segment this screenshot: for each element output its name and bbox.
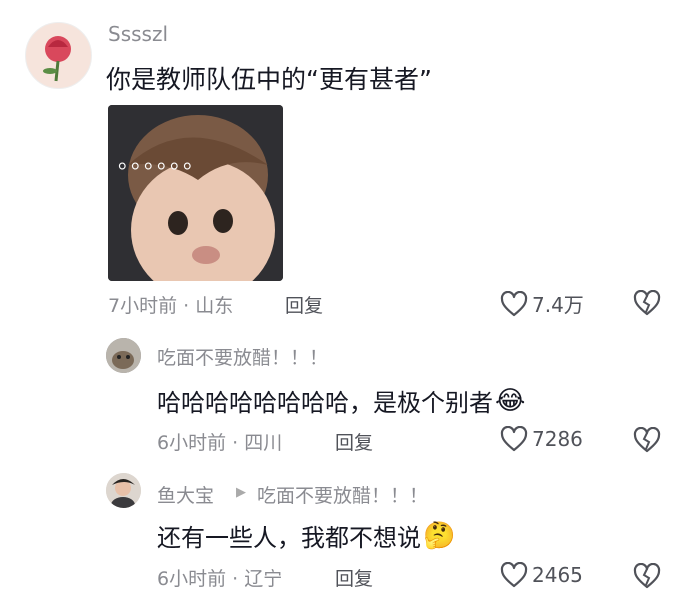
avatar[interactable]: [106, 338, 141, 373]
comment-meta: 7小时前 · 山东: [108, 295, 234, 317]
reply-username[interactable]: 吃面不要放醋！！！: [157, 343, 328, 370]
person-avatar-image: [106, 473, 141, 508]
broken-heart-icon: [633, 290, 661, 316]
broken-heart-icon: [633, 427, 661, 453]
comment-text: 你是教师队伍中的“更有甚者”: [106, 65, 432, 94]
reply-button[interactable]: 回复: [285, 291, 323, 318]
dislike-button[interactable]: [632, 562, 662, 590]
heart-outline-icon: [500, 562, 528, 588]
comment-sticker-image[interactable]: 。。。。。。: [108, 105, 283, 281]
sticker-caption: 。。。。。。: [118, 149, 208, 174]
reply-button[interactable]: 回复: [335, 564, 373, 591]
broken-heart-icon: [633, 563, 661, 589]
reply-meta: 6小时前 · 四川: [157, 432, 283, 454]
reply-text-content: 哈哈哈哈哈哈哈哈，是极个别者: [157, 389, 493, 417]
like-button[interactable]: 2465: [500, 562, 583, 588]
reply-button[interactable]: 回复: [335, 428, 373, 455]
triangle-right-icon: ▶: [236, 485, 246, 500]
comment-username[interactable]: Sssszl: [108, 22, 168, 46]
reply-text-content: 还有一些人，我都不想说: [157, 524, 421, 552]
laughing-tears-icon: 😂: [495, 385, 526, 416]
like-count: 7286: [532, 427, 583, 451]
rose-avatar-image: [43, 36, 71, 82]
reply-username[interactable]: 鱼大宝: [157, 481, 214, 508]
heart-outline-icon: [500, 290, 528, 316]
heart-outline-icon: [500, 426, 528, 452]
reply-to-username[interactable]: 吃面不要放醋！！！: [257, 481, 428, 508]
like-count: 2465: [532, 563, 583, 587]
dog-avatar-image: [106, 338, 141, 373]
baby-face-image: [108, 105, 283, 281]
dislike-button[interactable]: [632, 426, 662, 454]
like-button[interactable]: 7286: [500, 426, 583, 452]
reply-text: 哈哈哈哈哈哈哈哈，是极个别者 😂: [157, 383, 525, 418]
thinking-face-icon: 🤔: [423, 520, 456, 551]
reply-meta: 6小时前 · 辽宁: [157, 568, 283, 590]
avatar[interactable]: [25, 22, 92, 89]
reply-text: 还有一些人，我都不想说 🤔: [157, 518, 455, 553]
like-count: 7.4万: [532, 293, 584, 317]
like-button[interactable]: 7.4万: [500, 289, 584, 318]
avatar[interactable]: [106, 473, 141, 508]
dislike-button[interactable]: [632, 289, 662, 317]
